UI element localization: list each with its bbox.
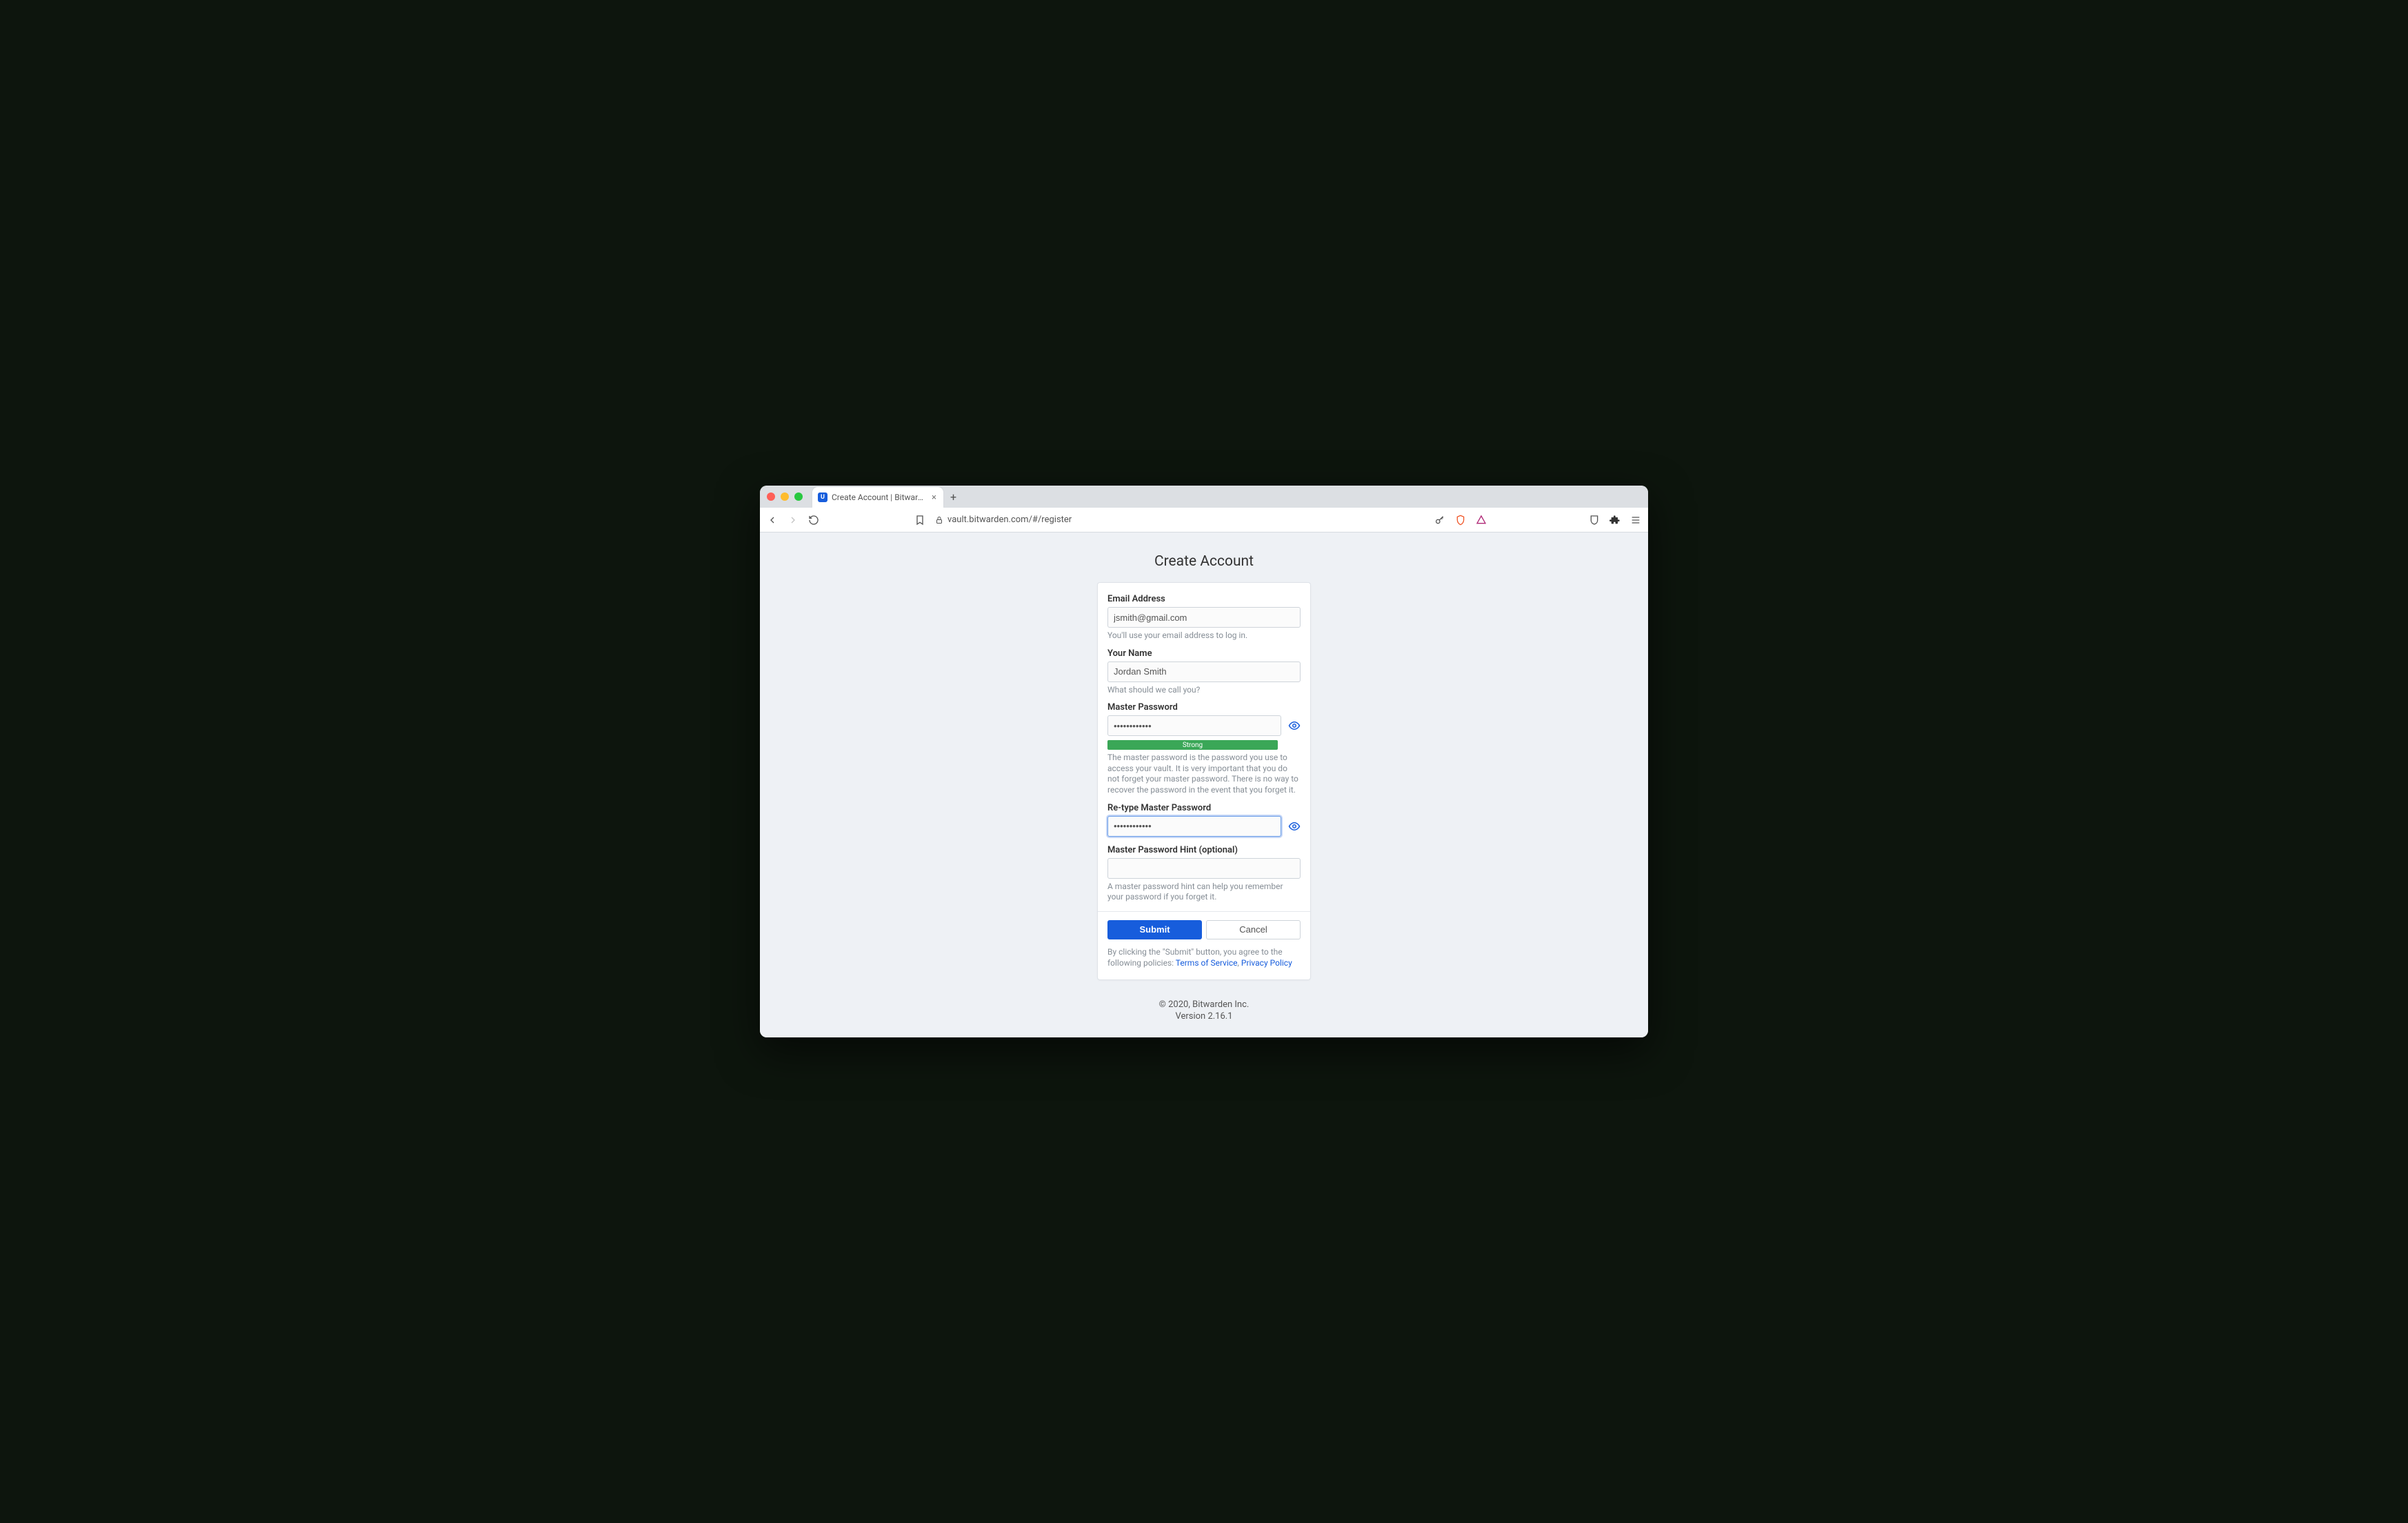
bitwarden-extension-icon[interactable]	[1589, 515, 1600, 526]
page-title: Create Account	[1154, 553, 1254, 570]
new-tab-button[interactable]: +	[950, 490, 956, 504]
name-input[interactable]	[1107, 661, 1301, 682]
password-hint-group: Master Password Hint (optional) A master…	[1107, 845, 1301, 903]
password-strength-meter: Strong	[1107, 740, 1278, 750]
maximize-window-button[interactable]	[794, 492, 803, 501]
bookmark-button[interactable]	[914, 515, 925, 526]
page-viewport[interactable]: Create Account Email Address You'll use …	[760, 532, 1648, 1037]
version-text: Version 2.16.1	[1159, 1011, 1250, 1022]
register-card: Email Address You'll use your email addr…	[1097, 582, 1311, 980]
forward-button[interactable]	[787, 515, 799, 526]
divider	[1098, 911, 1310, 912]
privacy-policy-link[interactable]: Privacy Policy	[1241, 958, 1292, 968]
email-hint: You'll use your email address to log in.	[1107, 630, 1301, 641]
email-input[interactable]	[1107, 607, 1301, 628]
tab-bar: U Create Account | Bitwarden Web × +	[760, 486, 1648, 508]
extensions-icon[interactable]	[1609, 515, 1621, 526]
tab-title: Create Account | Bitwarden Web	[832, 492, 926, 502]
page-footer: © 2020, Bitwarden Inc. Version 2.16.1	[1159, 999, 1250, 1022]
lock-icon	[935, 516, 943, 524]
email-field-group: Email Address You'll use your email addr…	[1107, 594, 1301, 641]
master-password-label: Master Password	[1107, 702, 1301, 713]
master-password-group: Master Password Strong The master passwo…	[1107, 702, 1301, 795]
terms-of-service-link[interactable]: Terms of Service	[1176, 958, 1238, 968]
reload-button[interactable]	[808, 515, 819, 526]
browser-toolbar: vault.bitwarden.com/#/register	[760, 508, 1648, 532]
url-text: vault.bitwarden.com/#/register	[947, 515, 1072, 525]
close-tab-button[interactable]: ×	[930, 492, 938, 503]
master-password-input[interactable]	[1107, 715, 1281, 736]
retype-password-input[interactable]	[1107, 816, 1281, 837]
brave-rewards-icon[interactable]	[1476, 515, 1487, 526]
back-button[interactable]	[767, 515, 778, 526]
retype-password-group: Re-type Master Password	[1107, 803, 1301, 837]
name-label: Your Name	[1107, 648, 1301, 659]
browser-tab[interactable]: U Create Account | Bitwarden Web ×	[812, 487, 943, 508]
page-content: Create Account Email Address You'll use …	[760, 532, 1648, 1022]
submit-button[interactable]: Submit	[1107, 920, 1202, 939]
master-password-hint-text: The master password is the password you …	[1107, 753, 1301, 795]
retype-label: Re-type Master Password	[1107, 803, 1301, 813]
brave-shield-icon[interactable]	[1455, 515, 1466, 526]
name-hint: What should we call you?	[1107, 685, 1301, 696]
address-bar[interactable]: vault.bitwarden.com/#/register	[935, 515, 1072, 525]
browser-window: U Create Account | Bitwarden Web × +	[760, 486, 1648, 1037]
password-hint-input[interactable]	[1107, 858, 1301, 879]
password-hint-help: A master password hint can help you reme…	[1107, 882, 1301, 903]
minimize-window-button[interactable]	[781, 492, 789, 501]
legal-text: By clicking the "Submit" button, you agr…	[1107, 946, 1301, 968]
toggle-password-visibility-icon[interactable]	[1288, 719, 1301, 732]
nav-buttons	[767, 515, 819, 526]
bitwarden-favicon: U	[818, 492, 827, 502]
button-row: Submit Cancel	[1107, 920, 1301, 939]
menu-button[interactable]	[1630, 515, 1641, 526]
name-field-group: Your Name What should we call you?	[1107, 648, 1301, 696]
email-label: Email Address	[1107, 594, 1301, 604]
copyright-text: © 2020, Bitwarden Inc.	[1159, 999, 1250, 1010]
window-controls	[767, 492, 803, 501]
key-icon[interactable]	[1434, 515, 1445, 526]
cancel-button[interactable]: Cancel	[1206, 920, 1301, 939]
close-window-button[interactable]	[767, 492, 775, 501]
password-hint-label: Master Password Hint (optional)	[1107, 845, 1301, 855]
toolbar-right	[1434, 515, 1641, 526]
toggle-retype-visibility-icon[interactable]	[1288, 820, 1301, 833]
